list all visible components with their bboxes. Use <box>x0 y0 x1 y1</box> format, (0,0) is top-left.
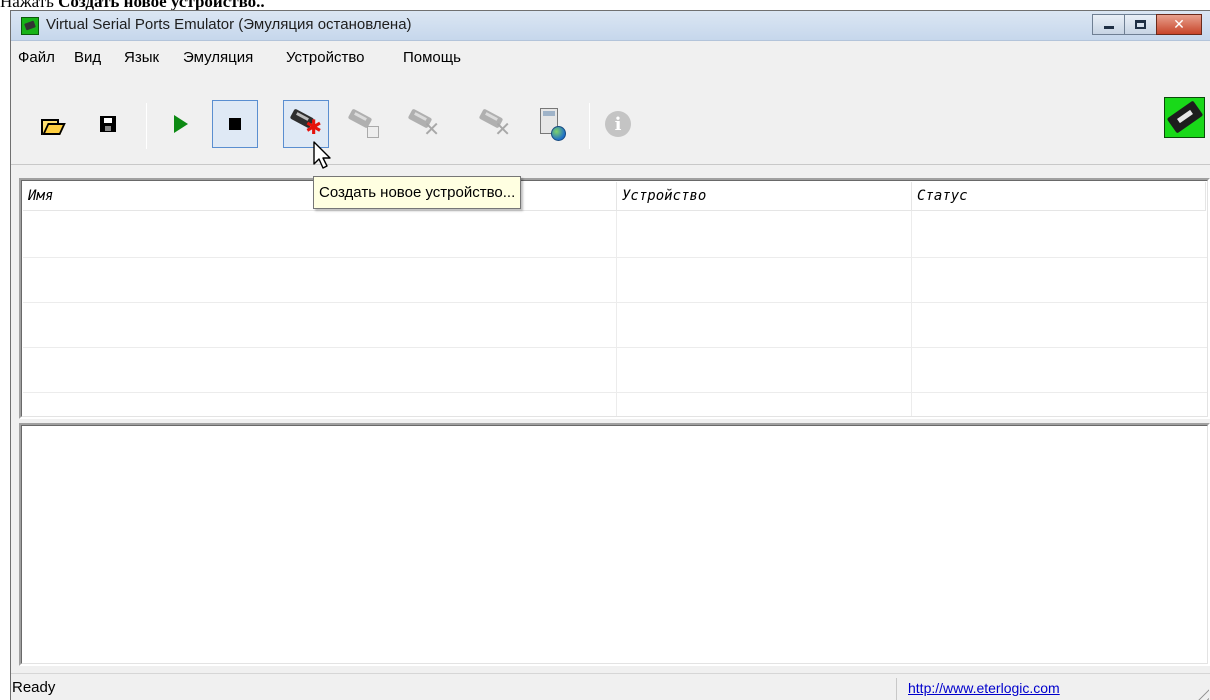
close-button[interactable]: ✕ <box>1156 14 1202 35</box>
column-header-device[interactable]: Устройство <box>617 182 912 211</box>
toolbar-separator <box>589 103 590 149</box>
delete-device-icon: ✕ <box>407 108 441 140</box>
create-device-icon: ✱ <box>289 108 323 139</box>
menu-emulation[interactable]: Эмуляция <box>183 49 253 66</box>
menu-language[interactable]: Язык <box>124 49 159 66</box>
info-icon: i <box>605 111 631 137</box>
open-button[interactable] <box>28 100 74 148</box>
save-button[interactable] <box>85 100 131 148</box>
maximize-icon <box>1135 20 1146 29</box>
stop-icon <box>229 118 241 130</box>
grid-line <box>911 211 912 417</box>
toolbar-separator <box>146 103 147 149</box>
website-link[interactable]: http://www.eterlogic.com <box>908 680 1060 696</box>
save-icon <box>100 116 116 132</box>
column-header-status[interactable]: Статус <box>912 182 1206 211</box>
grid-line <box>23 347 1208 348</box>
window-title: Virtual Serial Ports Emulator (Эмуляция … <box>46 16 412 33</box>
serial-connector-logo-icon <box>1164 97 1205 138</box>
calculator-globe-icon <box>538 107 566 141</box>
status-text: Ready <box>12 679 56 696</box>
close-icon: ✕ <box>1173 16 1185 32</box>
status-separator <box>896 678 897 700</box>
minimize-button[interactable] <box>1092 14 1125 35</box>
instruction-caption: Нажать Создать новое устройство.. <box>0 0 265 10</box>
grid-line <box>23 257 1208 258</box>
stop-emulation-button[interactable] <box>212 100 258 148</box>
grid-line <box>23 392 1208 393</box>
about-button[interactable]: i <box>595 100 641 148</box>
menu-file[interactable]: Файл <box>18 49 55 66</box>
menu-view[interactable]: Вид <box>74 49 101 66</box>
main-window: Virtual Serial Ports Emulator (Эмуляция … <box>10 10 1210 700</box>
toolbar: ✱ ✕ ✕ i <box>11 73 1210 165</box>
delete-device-button[interactable]: ✕ <box>401 100 447 148</box>
delete-all-devices-icon: ✕ <box>478 108 512 140</box>
device-properties-icon <box>347 108 381 139</box>
delete-all-devices-button[interactable]: ✕ <box>472 100 518 148</box>
start-emulation-button[interactable] <box>158 100 204 148</box>
play-icon <box>174 115 188 133</box>
menu-device[interactable]: Устройство <box>286 49 364 66</box>
menu-bar: Файл Вид Язык Эмуляция Устройство Помощь <box>11 42 1210 72</box>
window-controls: ✕ <box>1092 14 1202 35</box>
app-icon <box>21 17 39 35</box>
maximize-button[interactable] <box>1124 14 1157 35</box>
open-folder-icon <box>41 116 61 135</box>
status-bar: Ready http://www.eterlogic.com <box>11 673 1210 700</box>
title-bar[interactable]: Virtual Serial Ports Emulator (Эмуляция … <box>11 11 1210 41</box>
calculator-globe-button[interactable] <box>529 100 575 148</box>
tooltip: Создать новое устройство... <box>313 176 522 209</box>
log-panel[interactable] <box>19 423 1210 666</box>
resize-grip-icon[interactable] <box>1193 684 1209 700</box>
menu-help[interactable]: Помощь <box>403 49 461 66</box>
device-properties-button[interactable] <box>341 100 387 148</box>
grid-line <box>23 302 1208 303</box>
grid-line <box>616 211 617 417</box>
devices-table[interactable]: Имя Устройство Статус <box>19 178 1210 419</box>
minimize-icon <box>1103 26 1114 29</box>
